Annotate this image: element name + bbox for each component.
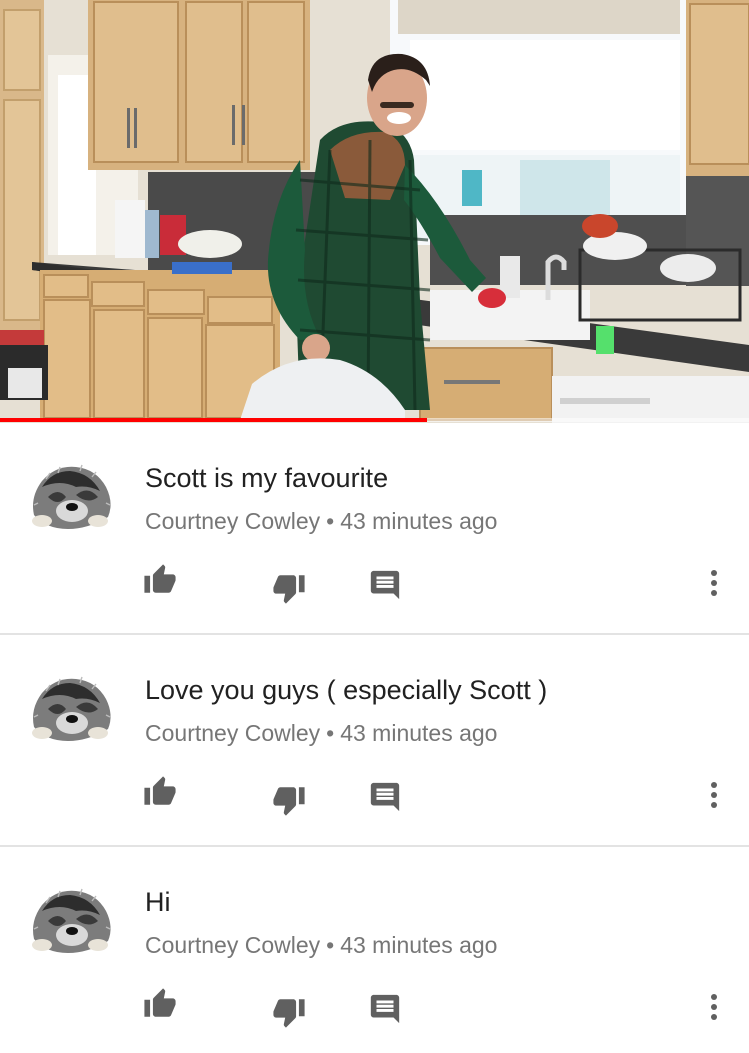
comment-item: Hi Courtney Cowley • 43 minutes ago [0,847,749,1053]
thumbs-up-icon[interactable] [143,987,177,1021]
comment-meta: Courtney Cowley • 43 minutes ago [145,932,497,959]
comment-item: Scott is my favourite Courtney Cowley • 43… [0,423,749,635]
comment-time: 43 minutes ago [340,508,498,534]
video-frame-image [0,0,749,423]
comment-meta: Courtney Cowley • 43 minutes ago [145,720,497,747]
comment-text: Love you guys ( especially Scott ) [145,675,548,705]
dog-avatar-icon[interactable] [28,881,114,957]
thumbs-down-icon[interactable] [272,783,306,817]
comment-meta: Courtney Cowley • 43 minutes ago [145,508,497,535]
thumbs-down-icon[interactable] [272,995,306,1029]
dog-avatar-icon[interactable] [28,669,114,745]
comment-author[interactable]: Courtney Cowley [145,508,320,534]
thumbs-down-icon[interactable] [272,571,306,605]
more-vert-icon[interactable] [700,991,728,1025]
comment-item: Love you guys ( especially Scott ) Court… [0,635,749,847]
reply-icon[interactable] [368,568,402,602]
comment-actions [0,563,749,605]
comment-author[interactable]: Courtney Cowley [145,932,320,958]
meta-separator: • [326,508,335,534]
video-player[interactable] [0,0,749,423]
comment-text: Scott is my favourite [145,463,389,493]
more-vert-icon[interactable] [700,779,728,813]
comments-list: Scott is my favourite Courtney Cowley • 43… [0,423,749,1053]
comment-actions [0,775,749,817]
thumbs-up-icon[interactable] [143,775,177,809]
more-vert-icon[interactable] [700,567,728,601]
reply-icon[interactable] [368,992,402,1026]
meta-separator: • [326,720,335,746]
meta-separator: • [326,932,335,958]
comment-time: 43 minutes ago [340,932,498,958]
thumbs-up-icon[interactable] [143,563,177,597]
reply-icon[interactable] [368,780,402,814]
dog-avatar-icon[interactable] [28,457,114,533]
video-progress-fill [0,418,427,422]
comment-author[interactable]: Courtney Cowley [145,720,320,746]
video-progress-track[interactable] [0,418,749,422]
comment-actions [0,987,749,1029]
comment-time: 43 minutes ago [340,720,498,746]
comment-text: Hi [145,887,171,917]
